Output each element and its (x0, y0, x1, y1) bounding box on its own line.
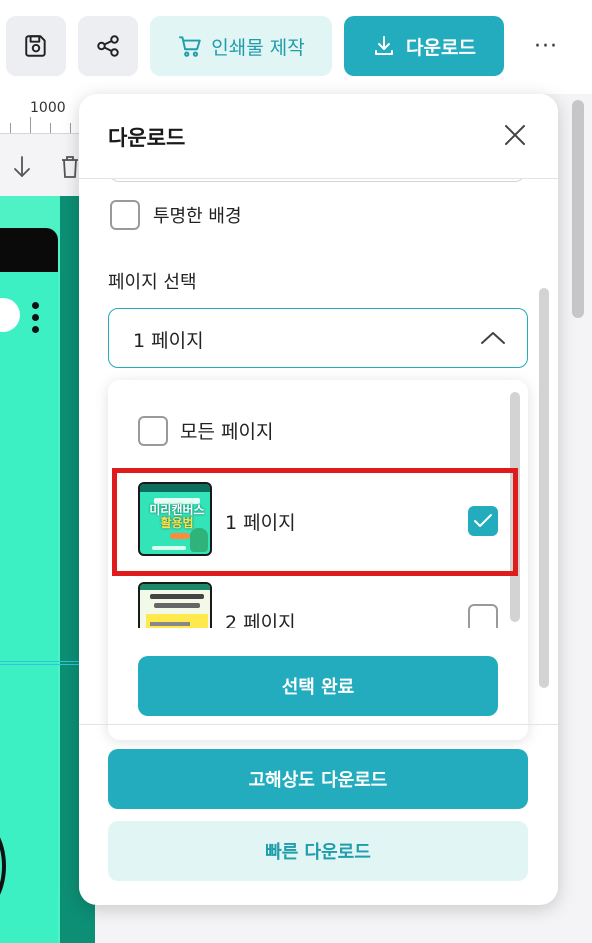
page-select-label: 페이지 선택 (108, 272, 197, 293)
transparent-bg-checkbox[interactable] (110, 200, 140, 230)
close-icon[interactable] (500, 120, 530, 150)
ruler-tick (10, 123, 11, 133)
download-panel: 다운로드 투명한 배경 페이지 선택 1 페이지 모든 페이지 미리캔버스 활용… (79, 94, 558, 905)
ruler-tick (30, 117, 31, 133)
fast-download-button[interactable]: 빠른 다운로드 (108, 821, 528, 881)
arrow-down-icon[interactable] (10, 154, 34, 180)
chevron-up-icon (481, 332, 505, 344)
panel-scrollbar[interactable] (539, 288, 549, 688)
share-icon (97, 35, 119, 57)
save-icon (25, 35, 46, 57)
download-button[interactable]: 다운로드 (344, 16, 504, 76)
kebab-icon (32, 302, 40, 338)
ruler-tick (70, 123, 71, 133)
page-options-list: 모든 페이지 미리캔버스 활용법 1 페이지 2 페이지 선택 완료 (108, 380, 528, 740)
confirm-selection-button[interactable]: 선택 완료 (138, 656, 498, 716)
all-pages-checkbox[interactable] (138, 416, 168, 446)
ruler-mark: 1000 (30, 100, 66, 116)
share-button[interactable] (78, 16, 138, 76)
editor-scrollbar[interactable] (572, 100, 584, 318)
more-options-button[interactable]: ··· (528, 30, 564, 62)
download-label: 다운로드 (406, 36, 476, 59)
print-order-label: 인쇄물 제작 (211, 36, 305, 59)
phone-mockup (0, 228, 58, 943)
hires-download-button[interactable]: 고해상도 다운로드 (108, 749, 528, 809)
selection-highlight (112, 468, 518, 576)
all-pages-label: 모든 페이지 (180, 421, 274, 443)
print-order-button[interactable]: 인쇄물 제작 (150, 16, 332, 76)
cart-icon (179, 36, 201, 57)
phone-top-bar (0, 228, 58, 272)
page-select-value: 1 페이지 (133, 330, 204, 352)
footer-divider (79, 724, 558, 725)
ruler-tick (50, 123, 51, 133)
download-icon (375, 36, 394, 55)
header-divider (79, 178, 558, 179)
save-button[interactable] (6, 16, 66, 76)
panel-title: 다운로드 (108, 126, 186, 150)
transparent-bg-label: 투명한 배경 (153, 206, 242, 227)
page-select-dropdown[interactable]: 1 페이지 (108, 308, 528, 368)
top-toolbar: 인쇄물 제작 다운로드 ··· (0, 0, 592, 94)
